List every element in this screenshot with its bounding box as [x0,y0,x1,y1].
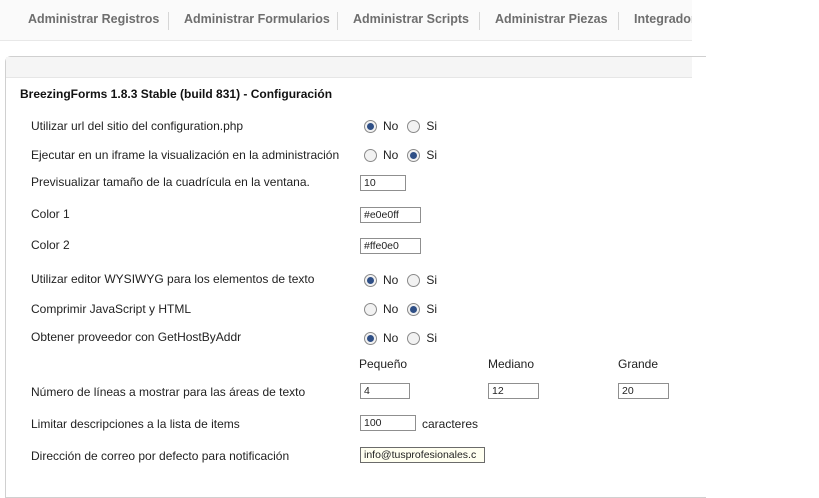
radio-no-label: No [383,148,399,162]
radio-si[interactable] [407,331,421,345]
setting-label-compress: Comprimir JavaScript y HTML [31,302,192,316]
size-header-large: Grande [618,357,659,371]
radio-si[interactable] [407,273,421,287]
textarea-lines-large-input[interactable]: 20 [618,383,669,399]
radio-no-label: No [383,119,399,133]
radio-no-label: No [383,331,399,345]
tab-separator [479,12,480,30]
limit-desc-suffix: caracteres [422,417,479,431]
radio-group-site-url: No Si [364,119,446,133]
setting-label-textarea-lines: Número de líneas a mostrar para las área… [31,385,306,399]
setting-label-iframe: Ejecutar en un iframe la visualización e… [31,148,340,162]
tab-administrar-piezas[interactable]: Administrar Piezas [495,12,608,26]
radio-no[interactable] [364,273,377,287]
setting-label-limit-desc: Limitar descripciones a la lista de item… [31,417,240,431]
radio-group-wysiwyg: No Si [364,273,446,287]
color1-input[interactable]: #e0e0ff [360,207,421,223]
setting-label-grid-size: Previsualizar tamaño de la cuadrícula en… [31,175,310,189]
size-header-small: Pequeño [359,357,408,371]
setting-label-color1: Color 1 [31,207,70,221]
radio-no[interactable] [364,119,377,133]
top-tab-bar: Administrar Registros Administrar Formul… [0,0,692,41]
radio-si-label: Si [426,273,438,287]
radio-si-label: Si [426,119,438,133]
setting-label-site-url: Utilizar url del sitio del configuration… [31,119,244,133]
tab-administrar-scripts[interactable]: Administrar Scripts [353,12,469,26]
tab-administrar-registros[interactable]: Administrar Registros [28,12,159,26]
radio-no[interactable] [364,302,377,316]
radio-si[interactable] [407,148,421,162]
limit-desc-input[interactable]: 100 [360,415,416,431]
grid-size-input[interactable]: 10 [360,175,406,191]
size-header-medium: Mediano [488,357,535,371]
radio-group-compress: No Si [364,302,446,316]
setting-label-email: Dirección de correo por defecto para not… [31,449,290,463]
email-input[interactable]: info@tusprofesionales.c [360,447,485,463]
radio-si-label: Si [426,148,438,162]
radio-no-label: No [383,273,399,287]
setting-label-gethost: Obtener proveedor con GetHostByAddr [31,330,242,344]
textarea-lines-small-input[interactable]: 4 [360,383,410,399]
tab-separator [168,12,169,30]
radio-no[interactable] [364,148,377,162]
tab-integrador[interactable]: Integrador [634,12,692,26]
color2-input[interactable]: #ffe0e0 [360,238,421,254]
setting-label-color2: Color 2 [31,238,70,252]
tab-separator [618,12,619,30]
radio-si[interactable] [407,302,421,316]
radio-no-label: No [383,302,399,316]
textarea-lines-medium-input[interactable]: 12 [488,383,539,399]
page-title: BreezingForms 1.8.3 Stable (build 831) -… [20,87,333,101]
radio-group-iframe: No Si [364,148,446,162]
panel-header-strip [6,57,692,78]
radio-si[interactable] [407,119,421,133]
tab-separator [337,12,338,30]
tab-administrar-formularios[interactable]: Administrar Formularios [184,12,330,26]
radio-si-label: Si [426,331,438,345]
radio-group-gethost: No Si [364,331,446,345]
radio-si-label: Si [426,302,438,316]
radio-no[interactable] [364,331,377,345]
setting-label-wysiwyg: Utilizar editor WYSIWYG para los element… [31,272,315,286]
